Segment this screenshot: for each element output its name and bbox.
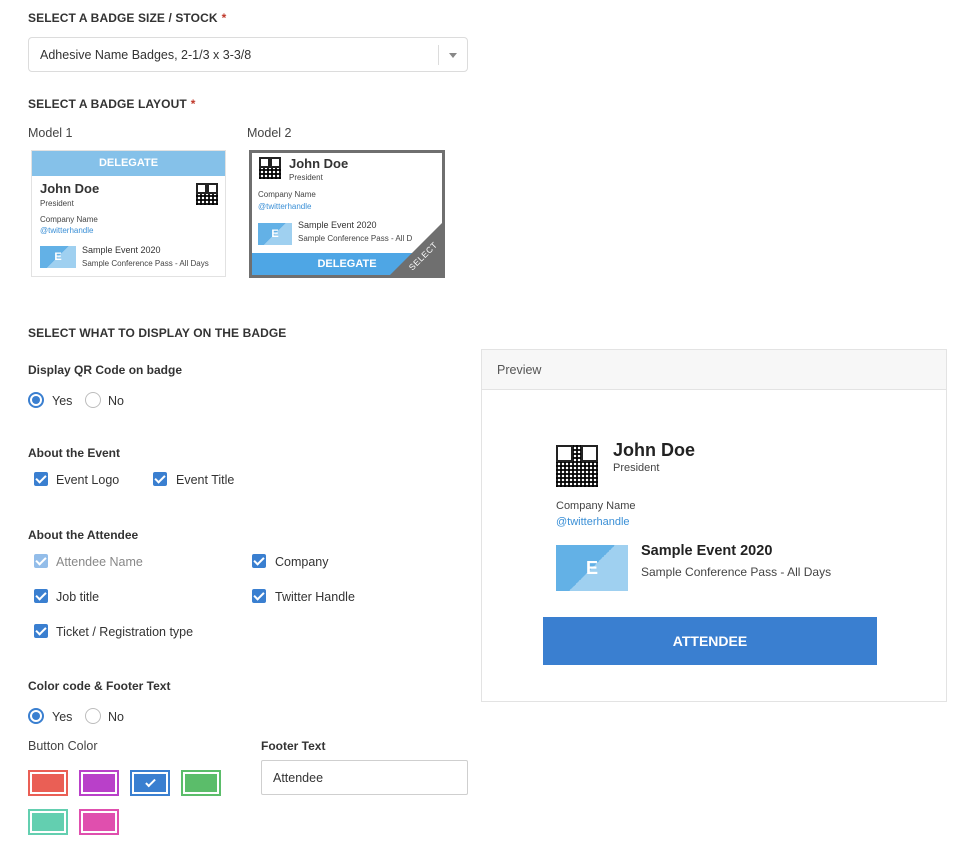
event-title-checkbox[interactable] — [153, 472, 167, 486]
preview-job-title: President — [613, 462, 660, 474]
event-logo-checkbox[interactable] — [34, 472, 48, 486]
badge-name: John Doe — [289, 156, 349, 171]
attendee-group-label: About the Attendee — [28, 528, 139, 542]
badge-name: John Doe — [40, 181, 100, 196]
required-mark: * — [190, 97, 196, 111]
color-code-label: Color code & Footer Text — [28, 679, 171, 693]
preview-twitter: @twitterhandle — [556, 516, 630, 528]
stock-section-title: SELECT A BADGE SIZE / STOCK * — [28, 11, 226, 25]
model-2-label: Model 2 — [247, 126, 292, 140]
badge-twitter: @twitterhandle — [40, 226, 94, 235]
badge-ticket: Sample Conference Pass - All Days — [82, 259, 209, 268]
model-1-label: Model 1 — [28, 126, 73, 140]
badge-stock-value: Adhesive Name Badges, 2-1/3 x 3-3/8 — [40, 48, 252, 62]
preview-name: John Doe — [613, 440, 696, 460]
event-logo-icon: E — [40, 246, 76, 268]
badge-company: Company Name — [40, 215, 98, 224]
preview-footer-button: ATTENDEE — [543, 617, 877, 665]
color-swatch-teal[interactable] — [28, 809, 68, 835]
footer-text-input[interactable] — [261, 760, 468, 795]
badge-job-title: President — [289, 173, 323, 182]
color-swatch-purple[interactable] — [79, 770, 119, 796]
qr-code-icon — [259, 157, 281, 179]
attendee-name-label: Attendee Name — [56, 555, 143, 569]
badge-company: Company Name — [258, 190, 316, 199]
event-title-label[interactable]: Event Title — [176, 473, 234, 487]
color-code-yes-radio[interactable] — [28, 708, 44, 724]
job-title-label[interactable]: Job title — [56, 590, 99, 604]
qr-no-radio[interactable] — [85, 392, 101, 408]
layout-section-title: SELECT A BADGE LAYOUT * — [28, 97, 196, 111]
qr-yes-radio[interactable] — [28, 392, 44, 408]
badge-header-bar: DELEGATE — [32, 151, 225, 176]
qr-yes-label[interactable]: Yes — [52, 394, 72, 408]
event-group-label: About the Event — [28, 446, 120, 460]
preview-title: Preview — [497, 363, 542, 377]
company-label[interactable]: Company — [275, 555, 329, 569]
qr-option-label: Display QR Code on badge — [28, 363, 183, 377]
required-mark: * — [221, 11, 227, 25]
color-swatch-pink[interactable] — [79, 809, 119, 835]
display-section-title: SELECT WHAT TO DISPLAY ON THE BADGE — [28, 326, 287, 340]
qr-code-icon — [196, 183, 218, 205]
layout-title-text: SELECT A BADGE LAYOUT — [28, 97, 187, 111]
color-swatch-red[interactable] — [28, 770, 68, 796]
event-logo-label[interactable]: Event Logo — [56, 473, 119, 487]
preview-header: Preview — [482, 350, 946, 390]
color-swatch-blue[interactable] — [130, 770, 170, 796]
footer-text-label: Footer Text — [261, 739, 326, 753]
attendee-name-checkbox — [34, 554, 48, 568]
preview-event-title: Sample Event 2020 — [641, 543, 773, 559]
job-title-checkbox[interactable] — [34, 589, 48, 603]
check-icon — [144, 776, 156, 788]
preview-company: Company Name — [556, 500, 636, 512]
company-checkbox[interactable] — [252, 554, 266, 568]
badge-twitter: @twitterhandle — [258, 202, 312, 211]
chevron-down-icon[interactable] — [449, 53, 457, 58]
stock-title-text: SELECT A BADGE SIZE / STOCK — [28, 11, 218, 25]
color-code-no-radio[interactable] — [85, 708, 101, 724]
badge-job-title: President — [40, 199, 74, 208]
event-logo-icon: E — [258, 223, 292, 245]
color-code-yes-label[interactable]: Yes — [52, 710, 72, 724]
color-code-no-label[interactable]: No — [108, 710, 124, 724]
badge-model-2[interactable]: John Doe President Company Name @twitter… — [249, 150, 445, 278]
preview-ticket: Sample Conference Pass - All Days — [641, 565, 832, 579]
badge-event-title: Sample Event 2020 — [298, 220, 377, 230]
badge-event-title: Sample Event 2020 — [82, 245, 161, 255]
badge-stock-select[interactable]: Adhesive Name Badges, 2-1/3 x 3-3/8 — [28, 37, 468, 72]
qr-no-label[interactable]: No — [108, 394, 124, 408]
qr-code-icon — [556, 445, 598, 487]
button-color-label: Button Color — [28, 739, 98, 753]
event-logo-icon: E — [556, 545, 628, 591]
badge-model-1[interactable]: DELEGATE John Doe President Company Name… — [31, 150, 226, 277]
select-divider — [438, 45, 439, 65]
twitter-handle-checkbox[interactable] — [252, 589, 266, 603]
ticket-type-label[interactable]: Ticket / Registration type — [56, 625, 193, 639]
twitter-handle-label[interactable]: Twitter Handle — [275, 590, 355, 604]
color-swatch-green[interactable] — [181, 770, 221, 796]
ticket-type-checkbox[interactable] — [34, 624, 48, 638]
